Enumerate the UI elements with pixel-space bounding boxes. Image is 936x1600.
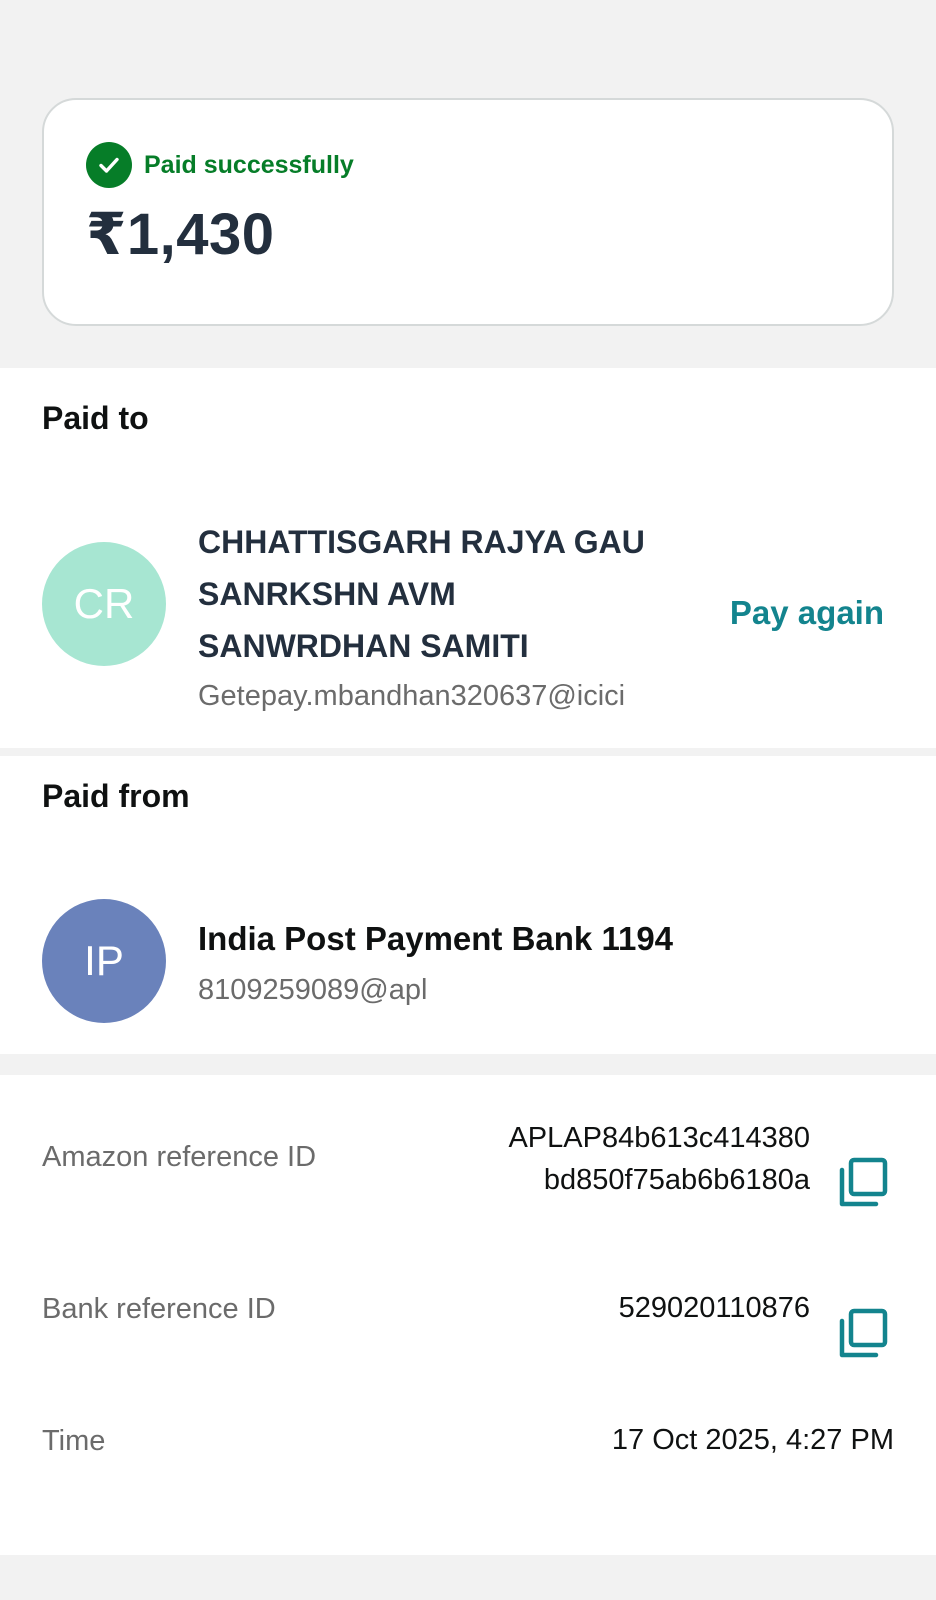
payee-avatar: CR (42, 542, 166, 666)
payee-name: CHHATTISGARH RAJYA GAU SANRKSHN AVM SANW… (198, 516, 698, 672)
paid-amount: ₹1,430 (86, 202, 275, 267)
bank-reference-label: Bank reference ID (42, 1293, 276, 1325)
payment-status-card: Paid successfully ₹1,430 (42, 98, 894, 326)
paid-to-section: Paid to CR CHHATTISGARH RAJYA GAU SANRKS… (0, 368, 936, 748)
status-row: Paid successfully (86, 142, 354, 188)
copy-amazon-reference-icon[interactable] (836, 1156, 890, 1210)
paid-from-title: Paid from (42, 778, 190, 814)
status-label: Paid successfully (144, 150, 354, 179)
paid-to-title: Paid to (42, 400, 149, 436)
amazon-reference-label: Amazon reference ID (42, 1141, 317, 1173)
time-label: Time (42, 1425, 106, 1457)
bank-reference-value: 529020110876 (618, 1292, 810, 1324)
bank-avatar: IP (42, 899, 166, 1023)
pay-again-button[interactable]: Pay again (730, 594, 884, 632)
amazon-reference-value: APLAP84b613c414380 bd850f75ab6b6180a (508, 1117, 810, 1201)
amazon-reference-line: bd850f75ab6b6180a (543, 1164, 810, 1196)
payee-upi-id: Getepay.mbandhan320637@icici (198, 680, 626, 712)
payee-name-line: SANRKSHN AVM (198, 576, 456, 612)
check-circle-icon (86, 142, 132, 188)
amazon-reference-line: APLAP84b613c414380 (508, 1122, 810, 1154)
payee-name-line: SANWRDHAN SAMITI (198, 628, 529, 664)
payee-name-line: CHHATTISGARH RAJYA GAU (198, 524, 645, 560)
status-area: Paid successfully ₹1,430 (0, 0, 936, 368)
bank-account-name: India Post Payment Bank 1194 (198, 920, 674, 957)
payer-upi-id: 8109259089@apl (198, 974, 428, 1006)
paid-from-section: Paid from IP India Post Payment Bank 119… (0, 756, 936, 1054)
transaction-details-section: Amazon reference ID APLAP84b613c414380 b… (0, 1075, 936, 1555)
time-value: 17 Oct 2025, 4:27 PM (611, 1424, 894, 1456)
copy-bank-reference-icon[interactable] (836, 1307, 890, 1361)
